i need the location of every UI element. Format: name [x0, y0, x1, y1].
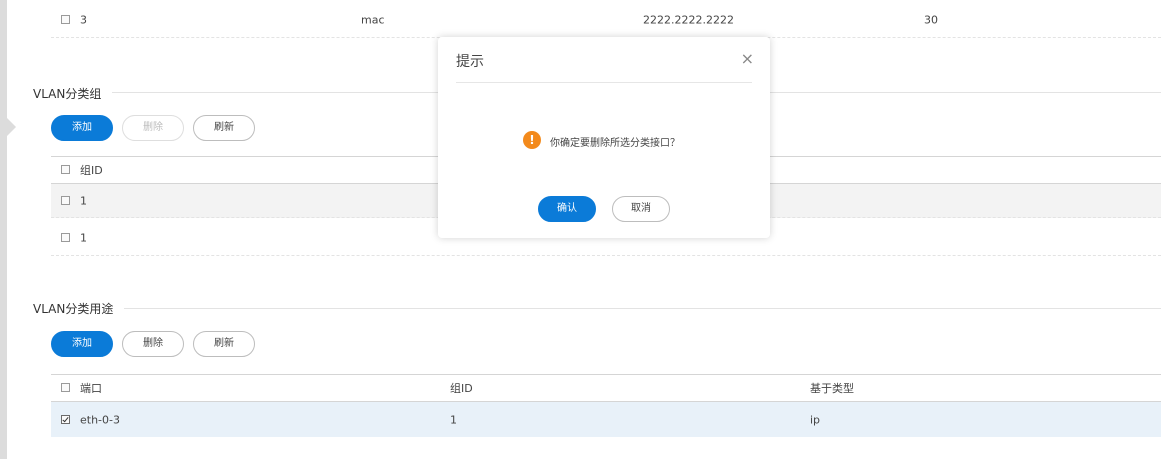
row-type: ip [810, 413, 821, 426]
section-title-vlan-usage: VLAN分类用途 [33, 302, 114, 316]
confirm-dialog: 提示 × ! 你确定要删除所选分类接口？ 确认 取消 [438, 37, 770, 238]
delete-usage-button[interactable]: 删除 [122, 331, 184, 357]
dialog-divider [456, 82, 752, 83]
close-icon[interactable]: × [741, 49, 754, 68]
table-header: 端口 组ID 基于类型 [51, 374, 1161, 402]
section-divider [770, 92, 1161, 93]
select-all-checkbox[interactable] [61, 383, 70, 392]
add-usage-button[interactable]: 添加 [51, 331, 113, 357]
refresh-group-button[interactable]: 刷新 [193, 115, 255, 141]
warning-icon: ! [523, 131, 541, 149]
row-group-id: 1 [80, 194, 87, 207]
row-group-id: 1 [450, 413, 457, 426]
sidebar-collapse-notch[interactable] [7, 118, 16, 136]
row-checkbox[interactable] [61, 232, 70, 242]
row-checkbox[interactable] [61, 195, 70, 205]
row-group-id: 1 [80, 231, 87, 244]
row-id: 3 [80, 13, 87, 26]
section-divider [112, 92, 438, 93]
dialog-message: 你确定要删除所选分类接口？ [550, 138, 680, 149]
column-header-port: 端口 [80, 382, 102, 395]
row-type: mac [361, 13, 385, 26]
refresh-usage-button[interactable]: 刷新 [193, 331, 255, 357]
section-title-vlan-group: VLAN分类组 [33, 87, 102, 101]
section-divider [124, 308, 1161, 309]
add-group-button[interactable]: 添加 [51, 115, 113, 141]
select-all-checkbox[interactable] [61, 165, 70, 174]
confirm-button[interactable]: 确认 [538, 196, 596, 222]
row-port: eth-0-3 [80, 413, 120, 426]
delete-group-button[interactable]: 删除 [122, 115, 184, 141]
row-mac: 2222.2222.2222 [643, 13, 734, 26]
row-vlan: 30 [924, 13, 938, 26]
row-checkbox[interactable] [61, 414, 70, 424]
row-checkbox[interactable] [61, 14, 70, 24]
left-rail [0, 0, 7, 459]
cancel-button[interactable]: 取消 [612, 196, 670, 222]
column-header-group-id: 组ID [450, 382, 473, 395]
table-row[interactable]: 3 mac 2222.2222.2222 30 [51, 2, 1161, 38]
dialog-title: 提示 [456, 54, 484, 70]
column-header-group-id: 组ID [80, 164, 103, 177]
column-header-type: 基于类型 [810, 382, 854, 395]
table-row[interactable]: eth-0-3 1 ip [51, 402, 1161, 437]
